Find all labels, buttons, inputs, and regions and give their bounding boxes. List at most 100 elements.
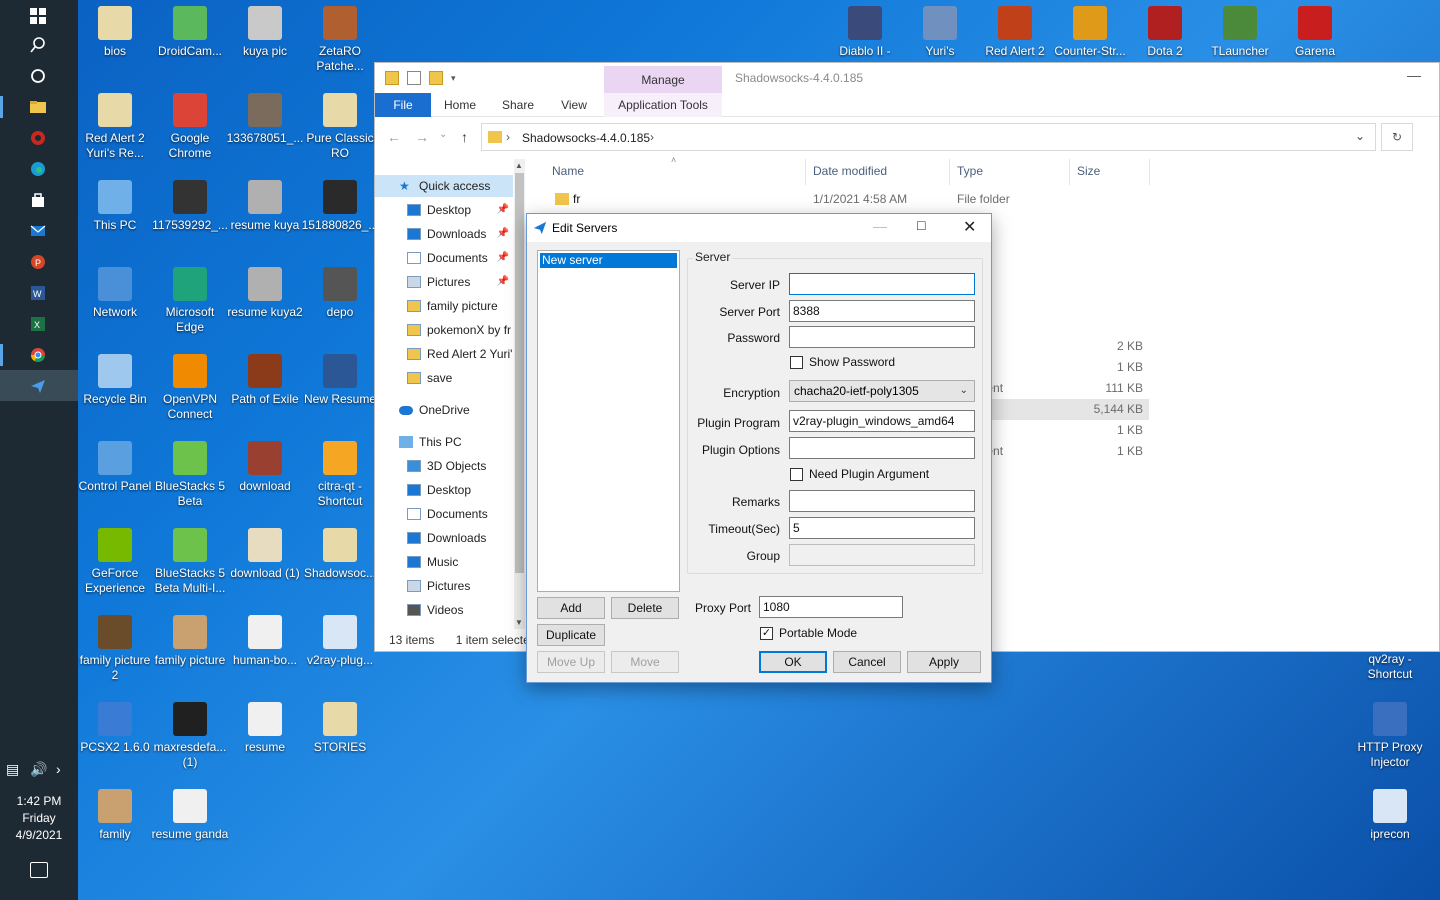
need-plugin-argument-checkbox[interactable]: [790, 468, 803, 481]
desktop-icon[interactable]: Network: [76, 267, 154, 320]
nav-this-pc[interactable]: This PC: [375, 431, 513, 453]
desktop-icon[interactable]: ZetaRO Patche...: [301, 6, 379, 74]
desktop-icon[interactable]: citra-qt - Shortcut: [301, 441, 379, 509]
desktop-icon[interactable]: download: [226, 441, 304, 494]
desktop-icon[interactable]: resume kuya2: [226, 267, 304, 320]
taskbar-edge[interactable]: [0, 153, 78, 184]
duplicate-button[interactable]: Duplicate: [537, 624, 605, 646]
desktop-icon[interactable]: download (1): [226, 528, 304, 581]
desktop-icon[interactable]: qv2ray - Shortcut: [1351, 652, 1429, 682]
desktop-icon[interactable]: BlueStacks 5 Beta Multi-I...: [151, 528, 229, 596]
notification-center-icon[interactable]: [30, 862, 48, 878]
column-name[interactable]: Name: [552, 164, 584, 178]
show-password-label[interactable]: Show Password: [809, 355, 895, 369]
breadcrumb-current[interactable]: Shadowsocks-4.4.0.185: [522, 131, 650, 145]
cancel-button[interactable]: Cancel: [833, 651, 901, 673]
server-ip-input[interactable]: [789, 273, 975, 295]
start-button[interactable]: [0, 0, 78, 31]
desktop-icon[interactable]: resume ganda: [151, 789, 229, 842]
desktop-icon[interactable]: 151880826_...: [301, 180, 379, 233]
properties-icon[interactable]: [407, 71, 421, 85]
desktop-icon[interactable]: Shadowsoc...: [301, 528, 379, 581]
nav-this-pc-item[interactable]: Pictures: [375, 575, 513, 597]
search-button[interactable]: [0, 29, 78, 60]
desktop-icon[interactable]: Red Alert 2 Yuri's Re...: [76, 93, 154, 161]
desktop-icon[interactable]: 117539292_...: [151, 180, 229, 233]
breadcrumb-chevron-icon[interactable]: ›: [650, 130, 654, 144]
server-list-item[interactable]: New server: [540, 253, 677, 268]
desktop-icon[interactable]: family: [76, 789, 154, 842]
pin-icon[interactable]: 📌: [497, 271, 509, 293]
folder-icon[interactable]: [385, 71, 399, 85]
new-folder-icon[interactable]: [429, 71, 443, 85]
nav-quick-access-item[interactable]: Pictures 📌: [375, 271, 513, 293]
desktop-icon[interactable]: bios: [76, 6, 154, 59]
tray-expand-icon[interactable]: ›: [56, 761, 61, 777]
up-arrow-icon[interactable]: ↑: [461, 129, 468, 145]
scroll-up-icon[interactable]: ▲: [515, 161, 523, 170]
table-row[interactable]: fr 1/1/2021 4:58 AM File folder: [553, 189, 1149, 210]
taskbar-excel[interactable]: X: [0, 308, 78, 339]
taskbar-store[interactable]: [0, 184, 78, 215]
volume-icon[interactable]: 🔊: [30, 761, 47, 778]
move-down-button[interactable]: Move: [611, 651, 679, 673]
desktop-icon[interactable]: New Resume: [301, 354, 379, 407]
taskbar-chrome[interactable]: [0, 339, 78, 370]
forward-arrow-icon[interactable]: →: [415, 129, 429, 145]
pin-icon[interactable]: 📌: [497, 247, 509, 269]
column-type[interactable]: Type: [957, 164, 983, 178]
close-icon[interactable]: ✕: [963, 217, 976, 237]
plugin-program-input[interactable]: v2ray-plugin_windows_amd64: [789, 410, 975, 432]
tab-file[interactable]: File: [375, 93, 431, 117]
encryption-select[interactable]: chacha20-ietf-poly1305 ⌄: [789, 380, 975, 402]
desktop-icon[interactable]: Red Alert 2: [976, 6, 1054, 59]
desktop-icon[interactable]: resume kuya: [226, 180, 304, 233]
desktop-icon[interactable]: depo: [301, 267, 379, 320]
desktop-icon[interactable]: STORIES: [301, 702, 379, 755]
taskbar-file-explorer[interactable]: [0, 91, 78, 122]
desktop-icon[interactable]: Control Panel: [76, 441, 154, 494]
address-bar[interactable]: › Shadowsocks-4.4.0.185 › ⌄: [481, 123, 1376, 151]
desktop-icon[interactable]: This PC: [76, 180, 154, 233]
column-date-modified[interactable]: Date modified: [813, 164, 887, 178]
taskbar-powerpoint[interactable]: P: [0, 246, 78, 277]
portable-mode-checkbox[interactable]: ✓: [760, 627, 773, 640]
desktop-icon[interactable]: Pure Classic RO: [301, 93, 379, 161]
nav-this-pc-item[interactable]: Music: [375, 551, 513, 573]
nav-quick-access-item[interactable]: Downloads 📌: [375, 223, 513, 245]
nav-this-pc-item[interactable]: Documents: [375, 503, 513, 525]
tab-view[interactable]: View: [551, 93, 597, 117]
taskbar-app-red[interactable]: [0, 122, 78, 153]
apply-button[interactable]: Apply: [907, 651, 981, 673]
desktop-icon[interactable]: PCSX2 1.6.0: [76, 702, 154, 755]
scroll-down-icon[interactable]: ▼: [515, 618, 523, 627]
desktop-icon[interactable]: kuya pic: [226, 6, 304, 59]
taskbar-mail[interactable]: [0, 215, 78, 246]
desktop-icon[interactable]: v2ray-plug...: [301, 615, 379, 668]
desktop-icon[interactable]: GeForce Experience: [76, 528, 154, 596]
column-size[interactable]: Size: [1077, 164, 1100, 178]
desktop-icon[interactable]: DroidCam...: [151, 6, 229, 59]
move-up-button[interactable]: Move Up: [537, 651, 605, 673]
desktop-icon[interactable]: 133678051_...: [226, 93, 304, 146]
nav-quick-access-item[interactable]: Desktop 📌: [375, 199, 513, 221]
desktop-icon[interactable]: family picture 2: [76, 615, 154, 683]
nav-quick-access[interactable]: ★ Quick access: [375, 175, 513, 197]
portable-mode-label[interactable]: Portable Mode: [779, 626, 857, 640]
pin-icon[interactable]: 📌: [497, 223, 509, 245]
desktop-icon[interactable]: iprecon: [1351, 789, 1429, 842]
chevron-down-icon[interactable]: ⌄: [1355, 129, 1365, 143]
maximize-icon[interactable]: □: [917, 217, 925, 233]
desktop-icon[interactable]: Garena: [1276, 6, 1354, 59]
tab-application-tools[interactable]: Application Tools: [604, 93, 722, 117]
clock[interactable]: 1:42 PM Friday 4/9/2021: [0, 793, 78, 844]
refresh-button[interactable]: ↻: [1381, 123, 1413, 151]
need-plugin-argument-label[interactable]: Need Plugin Argument: [809, 467, 929, 481]
nav-this-pc-item[interactable]: Downloads: [375, 527, 513, 549]
group-input[interactable]: [789, 544, 975, 566]
scrollbar-thumb[interactable]: [515, 173, 524, 573]
nav-quick-access-item[interactable]: Red Alert 2 Yuri's: [375, 343, 513, 365]
back-arrow-icon[interactable]: ←: [387, 129, 401, 145]
desktop-icon[interactable]: Google Chrome: [151, 93, 229, 161]
nav-this-pc-item[interactable]: Desktop: [375, 479, 513, 501]
